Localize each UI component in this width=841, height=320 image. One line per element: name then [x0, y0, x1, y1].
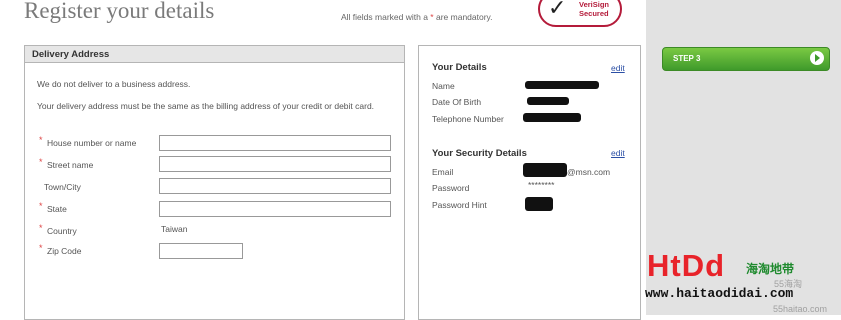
zip-code-label: Zip Code	[47, 246, 82, 256]
state-label: State	[47, 204, 67, 214]
watermark-chinese: 海淘地带	[746, 262, 795, 276]
mandatory-star: *	[430, 12, 434, 22]
phone-value-redacted	[523, 113, 581, 122]
mandatory-note: All fields marked with a * are mandatory…	[341, 12, 493, 22]
details-panel: Your Details edit Name Date Of Birth Tel…	[418, 45, 641, 320]
business-address-note: We do not deliver to a business address.	[37, 79, 191, 89]
state-input[interactable]	[159, 201, 391, 217]
email-value-redacted	[523, 163, 567, 177]
street-name-label: Street name	[47, 160, 94, 170]
panel-title: Delivery Address	[32, 49, 110, 60]
email-suffix: @msn.com	[567, 167, 611, 177]
panel-header: Delivery Address	[25, 46, 404, 63]
house-number-label: House number or name	[47, 138, 137, 148]
password-label: Password	[432, 183, 470, 193]
step-label: STEP 3	[673, 54, 701, 63]
street-name-input[interactable]	[159, 156, 391, 172]
name-value-redacted	[525, 81, 599, 89]
arrow-right-icon	[810, 51, 824, 65]
verisign-line2: Secured	[579, 9, 609, 18]
edit-details-link[interactable]: edit	[611, 63, 625, 73]
password-hint-label: Password Hint	[432, 200, 487, 210]
watermark-brand: HtDd	[647, 248, 726, 283]
zip-code-input[interactable]	[159, 243, 243, 259]
required-marker: *	[39, 157, 43, 167]
town-city-label: Town/City	[44, 182, 81, 192]
required-marker: *	[39, 223, 43, 233]
country-value: Taiwan	[161, 224, 188, 234]
verisign-line1: VeriSign	[579, 0, 610, 9]
verisign-seal[interactable]: ✓ VeriSign Secured	[538, 0, 622, 27]
country-label: Country	[47, 226, 77, 236]
security-details-title: Your Security Details	[432, 148, 527, 159]
password-value: ********	[528, 180, 555, 190]
house-number-input[interactable]	[159, 135, 391, 151]
required-marker: *	[39, 135, 43, 145]
phone-label: Telephone Number	[432, 114, 504, 124]
mandatory-suffix: are mandatory.	[435, 12, 493, 22]
mandatory-text: All fields marked with a	[341, 12, 428, 22]
watermark-url: www.haitaodidai.com	[645, 286, 794, 301]
watermark-small-url: 55haitao.com	[773, 304, 828, 314]
page-title: Register your details	[24, 0, 215, 23]
billing-address-note: Your delivery address must be the same a…	[37, 101, 375, 111]
email-label: Email	[432, 167, 454, 177]
town-city-input[interactable]	[159, 178, 391, 194]
dob-label: Date Of Birth	[432, 97, 482, 107]
delivery-address-panel: Delivery Address We do not deliver to a …	[24, 45, 405, 320]
your-details-title: Your Details	[432, 62, 487, 73]
step-3-button[interactable]: STEP 3	[662, 47, 830, 71]
name-label: Name	[432, 81, 455, 91]
edit-security-link[interactable]: edit	[611, 148, 625, 158]
required-marker: *	[39, 201, 43, 211]
checkmark-icon: ✓	[548, 0, 567, 21]
dob-value-redacted	[527, 97, 569, 105]
verisign-label: VeriSign Secured	[579, 0, 609, 18]
required-marker: *	[39, 243, 43, 253]
password-hint-redacted	[525, 197, 553, 211]
